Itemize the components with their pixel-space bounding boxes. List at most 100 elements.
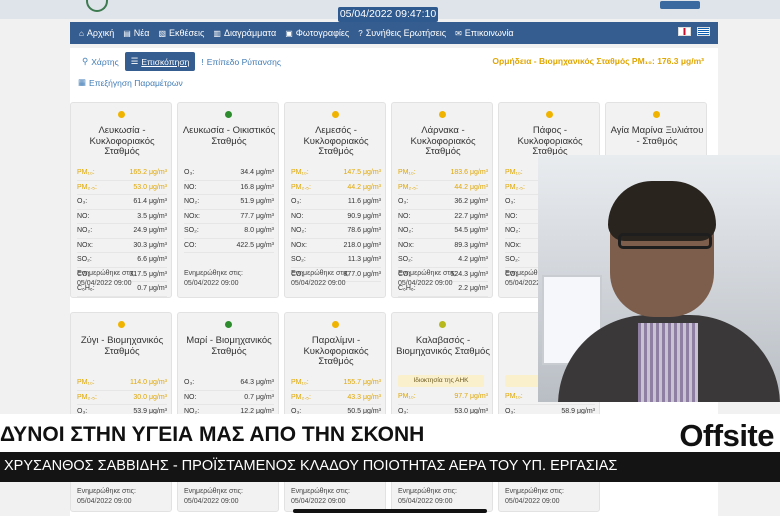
tab-pollution-level[interactable]: ! Επίπεδο Ρύπανσης [195,53,287,71]
measurement-label: NO: [77,212,90,220]
measurement-label: O₃: [505,198,516,206]
measurement-label: PM₁₀: [77,169,95,177]
measurement-value: 30.3 μg/m³ [133,241,167,249]
nav-item-label: Φωτογραφίες [295,28,350,38]
station-card[interactable]: Ζύγι - Βιομηχανικός Σταθμός PM₁₀: 114.0 μg… [70,312,172,512]
measurement-value: 54.5 μg/m³ [454,227,488,235]
measurement-value: 97.7 μg/m³ [454,393,488,401]
speaker-hair [608,181,716,241]
measurement-row: NOx: 30.3 μg/m³ [77,239,167,253]
measurement-label: NO₂: [398,227,414,235]
nav-item-label: Συνήθεις Ερωτήσεις [365,28,447,38]
greek-flag-icon[interactable] [697,27,710,36]
measurement-label: NO: [184,183,197,191]
measurement-value: 6.6 μg/m³ [137,256,167,264]
nav-item-1[interactable]: ▤ Νέα [123,28,149,38]
question-icon: ? [358,28,363,38]
speaker-shirt [638,323,698,402]
nav-item-0[interactable]: ⌂ Αρχική [79,28,114,38]
tab-map[interactable]: ⚲ Χάρτης [76,52,125,71]
measurement-row: SO₂: 8.0 μg/m³ [184,224,274,239]
last-updated-value: 05/04/2022 09:00 [184,497,239,505]
last-updated: Ενημερώθηκε στις: 05/04/2022 09:00 [398,487,457,506]
nav-item-label: Αρχική [86,28,115,38]
measurement-row: PM₂.₅: 43.3 μg/m³ [291,391,381,405]
measurement-list: O₃: 64.3 μg/m³ NO: 0.7 μg/m³ NO₂: 12.2 μg/m³ [184,376,274,420]
last-updated: Ενημερώθηκε στις: 05/04/2022 09:00 [184,487,243,506]
station-name: Λεμεσός - Κυκλοφοριακός Σταθμός [303,125,369,157]
nav-item-6[interactable]: ✉ Επικοινωνία [455,28,514,38]
station-name: Λευκωσία - Οικιστικός Σταθμός [182,125,276,147]
station-card[interactable]: Λευκωσία - Κυκλοφοριακός Σταθμός PM₁₀: 165… [70,102,172,298]
last-updated-label: Ενημερώθηκε στις: [398,270,457,277]
status-dot-icon [332,111,339,118]
station-name: Αγία Μαρίνα Ξυλιάτου - Σταθμός [610,125,704,147]
list-icon: ☰ [130,56,139,66]
measurement-value: 147.5 μg/m³ [343,169,382,177]
measurement-label: PM₁₀: [398,393,416,401]
english-flag-icon[interactable] [678,27,691,36]
nav-item-4[interactable]: ▣ Φωτογραφίες [285,28,349,38]
main-navbar: ⌂ Αρχική ▤ Νέα ▧ Εκθέσεις ▥ Διαγράμματα ▣ Φωτογρα… [70,22,718,44]
tab-map-label: Χάρτης [91,56,119,67]
measurement-label: PM₂.₅: [77,183,97,191]
measurement-value: 155.7 μg/m³ [343,379,382,387]
nav-item-label: Διαγράμματα [223,28,277,38]
home-icon: ⌂ [79,28,84,38]
measurement-label: NO₂: [184,198,200,206]
last-updated: Ενημερώθηκε στις: 05/04/2022 09:00 [505,487,564,506]
measurement-label: SO₂: [77,256,92,264]
station-card[interactable]: Λάρνακα - Κυκλοφοριακός Σταθμός PM₁₀: 183.… [391,102,493,298]
measurement-label: NOx: [184,212,200,220]
ownership-badge: Ιδιοκτησία της ΑΗΚ [398,375,484,387]
measurement-value: 34.4 μg/m³ [240,169,274,177]
measurement-label: SO₂: [398,256,413,264]
measurement-label: SO₂: [291,256,306,264]
tab-overview[interactable]: ☰ Επισκόπηση [124,52,196,71]
last-updated-label: Ενημερώθηκε στις: [77,270,136,277]
measurement-label: PM₁₀: [291,379,309,387]
measurement-label: SO₂: [505,256,520,264]
station-card[interactable]: Μαρί - Βιομηχανικός Σταθμός O₃: 64.3 μg/m³… [177,312,279,512]
measurement-value: 51.9 μg/m³ [240,198,274,206]
nav-item-5[interactable]: ? Συνήθεις Ερωτήσεις [358,28,446,38]
nav-item-2[interactable]: ▧ Εκθέσεις [158,28,204,38]
station-name: Καλαβασός - Βιομηχανικός Σταθμός [396,335,490,357]
measurement-row: PM₁₀: 147.5 μg/m³ [291,166,381,181]
measurement-row: O₃: 61.4 μg/m³ [77,195,167,210]
last-updated-value: 05/04/2022 09:00 [184,279,239,287]
photo-icon: ▣ [285,28,293,38]
measurement-row: PM₁₀: 165.2 μg/m³ [77,166,167,181]
view-tabs: ⚲ Χάρτης ☰ Επισκόπηση ! Επίπεδο Ρύπανσης [76,52,287,71]
measurement-value: 43.3 μg/m³ [347,393,381,401]
station-card[interactable]: Λεμεσός - Κυκλοφοριακός Σταθμός PM₁₀: 147.… [284,102,386,298]
partner-logo-icon [660,1,700,9]
measurement-value: 3.5 μg/m³ [137,212,167,220]
station-card[interactable]: Παραλίμνι - Κυκλοφοριακός Σταθμός PM₁₀: 15… [284,312,386,512]
measurement-label: NO: [505,212,518,220]
map-pin-icon: ⚲ [82,56,89,66]
parameters-explanation-link[interactable]: ▦ Επεξήγηση Παραμέτρων [78,77,183,88]
measurement-list: PM₁₀: 155.7 μg/m³ PM₂.₅: 43.3 μg/m³ O₃: 50.5 … [291,376,381,420]
measurement-row: NOx: 77.7 μg/m³ [184,210,274,224]
measurement-value: 89.3 μg/m³ [454,241,488,249]
last-updated-value: 05/04/2022 09:00 [398,497,453,505]
measurement-row: NO: 90.9 μg/m³ [291,210,381,224]
station-name: Παραλίμνι - Κυκλοφοριακός Σταθμός [303,335,369,367]
video-frame: 05/04/2022 09:47:10 ⌂ Αρχική ▤ Νέα ▧ Εκθέσεις… [0,0,780,516]
station-name: Λάρνακα - Κυκλοφοριακός Σταθμός [410,125,476,157]
measurement-value: 11.3 μg/m³ [347,256,381,264]
news-icon: ▤ [123,28,131,38]
station-card[interactable]: Καλαβασός - Βιομηχανικός Σταθμός Ιδιοκτησ… [391,312,493,512]
measurement-label: O₃: [291,198,302,206]
status-dot-icon [653,111,660,118]
home-indicator [293,509,487,513]
measurement-label: NO₂: [505,227,521,235]
measurement-value: 422.5 μg/m³ [236,241,275,249]
measurement-value: 4.2 μg/m³ [458,256,488,264]
nav-item-3[interactable]: ▥ Διαγράμματα [213,28,276,38]
station-card[interactable]: Λευκωσία - Οικιστικός Σταθμός O₃: 34.4 μg/… [177,102,279,298]
measurement-row: NO₂: 78.6 μg/m³ [291,224,381,239]
measurement-value: 114.0 μg/m³ [130,379,167,387]
max-pollutant-summary[interactable]: Ορμήδεια - Βιομηχανικός Σταθμός PM₁₀: 17… [492,56,704,66]
